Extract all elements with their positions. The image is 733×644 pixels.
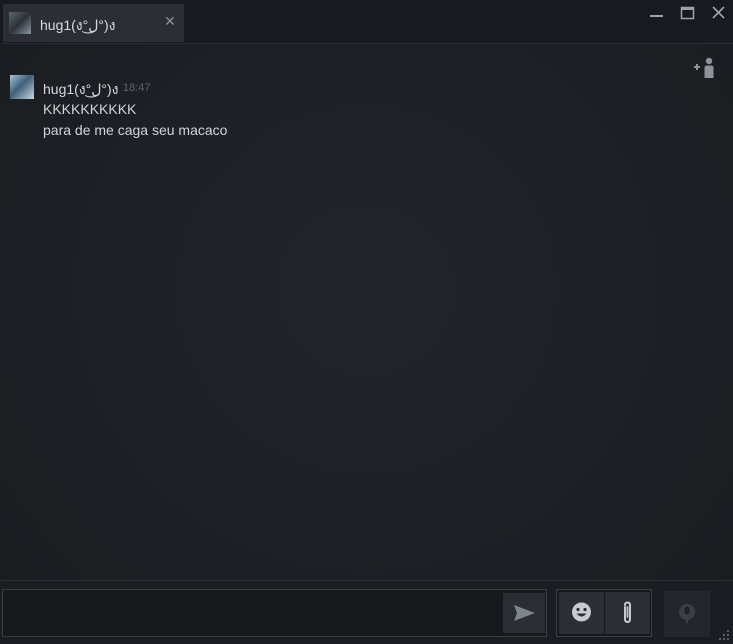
message-input-box	[2, 589, 547, 637]
tab-title: hug1(ง°ل͜°)ง	[40, 17, 116, 33]
tab-avatar	[9, 12, 31, 34]
message-text: KKKKKKKKKK	[43, 101, 137, 117]
send-button[interactable]	[503, 593, 545, 633]
emoji-icon	[572, 602, 591, 622]
resize-grip-icon[interactable]	[717, 628, 731, 642]
chat-window: hug1(ง°ل͜°)ง ✕ hug1(ง°ل͜°)ง 18:47 KKKKKK…	[0, 0, 733, 644]
message-input[interactable]	[9, 596, 503, 632]
microphone-icon	[679, 604, 695, 623]
title-bar: hug1(ง°ل͜°)ง ✕	[0, 0, 733, 44]
message-author[interactable]: hug1(ง°ل͜°)ง	[43, 79, 119, 101]
add-friend-to-chat-icon[interactable]	[690, 56, 718, 80]
chat-tools	[556, 589, 652, 637]
tab-close-icon[interactable]: ✕	[163, 14, 177, 28]
maximize-icon[interactable]	[678, 5, 698, 21]
paperclip-icon	[624, 601, 631, 624]
send-icon	[514, 605, 535, 621]
minimize-icon[interactable]	[647, 5, 667, 21]
avatar[interactable]	[10, 75, 34, 99]
emoji-button[interactable]	[559, 592, 604, 634]
message-text: para de me caga seu macaco	[43, 122, 228, 138]
attach-button[interactable]	[605, 592, 650, 634]
close-icon[interactable]	[709, 5, 729, 21]
chat-tab[interactable]: hug1(ง°ل͜°)ง ✕	[3, 4, 184, 42]
composer-bar	[0, 580, 733, 644]
voice-chat-button[interactable]	[664, 591, 710, 637]
message-timestamp: 18:47	[123, 82, 151, 94]
